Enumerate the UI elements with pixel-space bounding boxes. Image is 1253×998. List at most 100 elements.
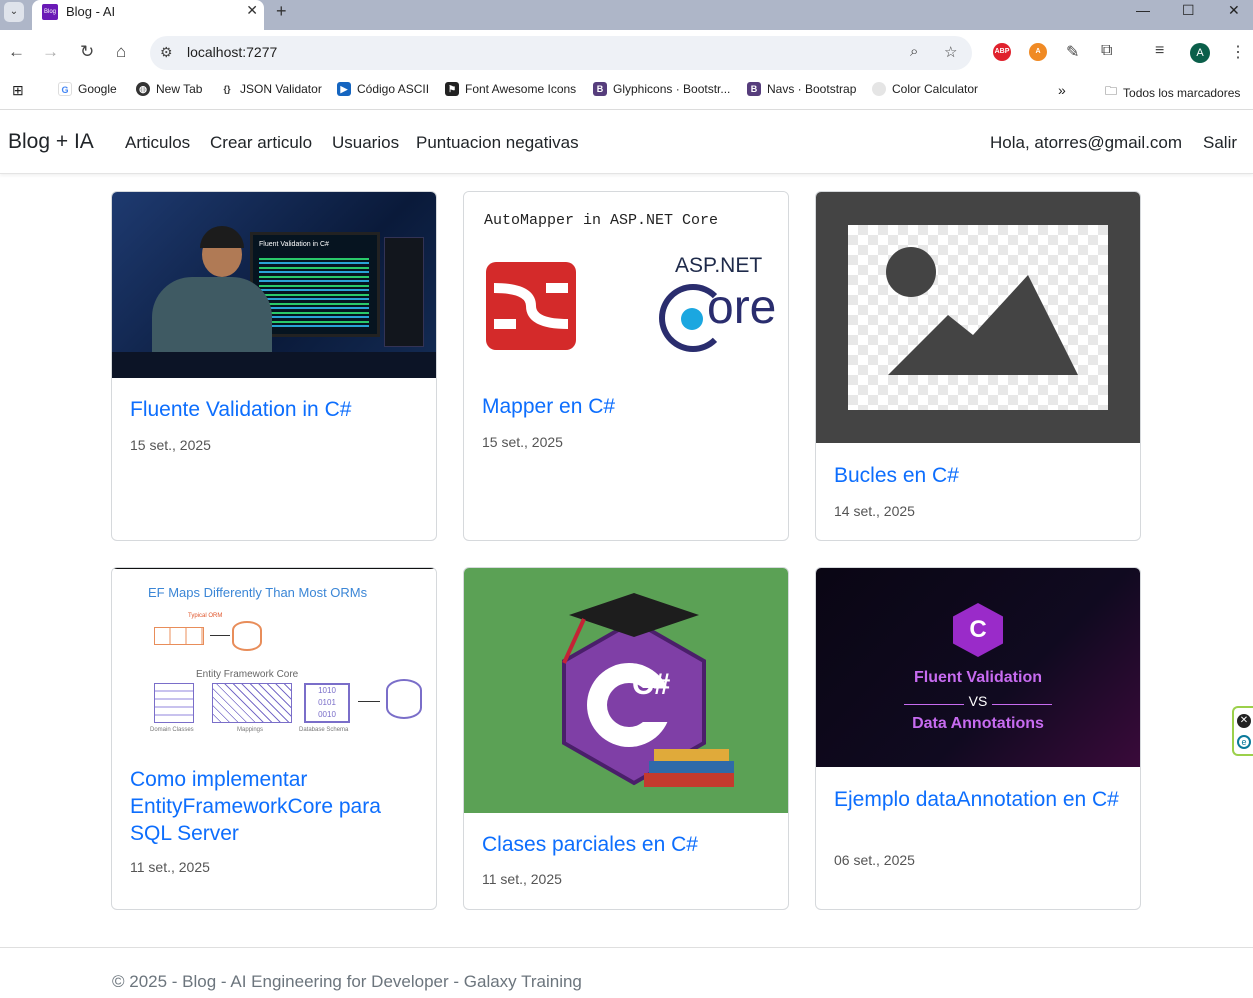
bookmark-color[interactable]: Color Calculator [872,82,978,96]
pen-icon[interactable]: ✎ [1066,42,1079,62]
article-card[interactable]: Fluent Validation in C# Fluente Validati… [111,191,437,541]
bookmark-google[interactable]: G Google [58,82,117,96]
extensions-icon[interactable]: ⧉ [1101,42,1112,60]
globe-icon: ◍ [136,82,150,96]
footer-text: © 2025 - Blog - AI Engineering for Devel… [112,972,582,991]
new-tab-button[interactable]: + [276,1,287,22]
url-text[interactable]: localhost:7277 [187,44,277,60]
card-title[interactable]: Clases parciales en C# [482,831,772,858]
bookmark-label: Color Calculator [892,82,979,96]
bookmark-label: Código ASCII [357,82,430,96]
media-icon[interactable]: ≡ [1155,42,1164,60]
diagram-label: Database Schema [299,727,349,733]
adblock-icon[interactable]: ABP [993,43,1011,61]
side-extension-widget[interactable]: ✕ e [1232,706,1253,756]
article-card[interactable]: EF Maps Differently Than Most ORMs Typic… [111,567,437,910]
browser-tab[interactable]: Blog Blog - AI ✕ [32,0,264,30]
fluent-vs-annotations-image: C Fluent Validation VS Data Annotations [816,568,1140,767]
bootstrap-icon: B [593,82,607,96]
maximize-icon[interactable]: ☐ [1182,2,1195,19]
aspnet-text: ASP.NET [675,254,763,277]
card-title[interactable]: Como implementar EntityFrameworkCore par… [130,766,420,847]
card-date: 06 set., 2025 [834,852,915,868]
bookmark-json[interactable]: {} JSON Validator [220,82,322,96]
bookmark-star-icon[interactable]: ☆ [944,43,957,61]
article-card[interactable]: C Fluent Validation VS Data Annotations … [815,567,1141,910]
browser-toolbar: ← → ↻ ⌂ ⚙ localhost:7277 ⌕ ☆ ABP A ✎ ⧉ ≡… [0,30,1253,76]
tab-title: Blog - AI [66,4,116,19]
card-title[interactable]: Bucles en C# [834,462,1124,489]
bookmark-label: JSON Validator [240,82,322,96]
card-title[interactable]: Ejemplo dataAnnotation en C# [834,786,1124,813]
back-icon[interactable]: ← [8,42,25,62]
card-date: 15 set., 2025 [482,434,563,450]
bookmark-navs[interactable]: B Navs · Bootstrap [747,82,856,96]
bookmark-label: Navs · Bootstrap [767,82,857,96]
nav-link-usuarios[interactable]: Usuarios [332,133,399,153]
menu-icon[interactable]: ⋮ [1230,42,1246,62]
home-icon[interactable]: ⌂ [116,42,126,62]
google-icon: G [58,82,72,96]
bookmark-label: Google [78,82,117,96]
card-date: 11 set., 2025 [130,859,210,875]
all-bookmarks[interactable]: 🗀 Todos los marcadores [1105,82,1240,103]
vs-text: VS [968,693,988,709]
nav-link-articulos[interactable]: Articulos [125,133,190,153]
bookmarks-bar: ⊞ G Google ◍ New Tab {} JSON Validator ▶ Cód… [0,76,1253,110]
user-greeting[interactable]: Hola, atorres@gmail.com [990,133,1182,153]
tab-search-button[interactable]: ⌄ [4,2,24,22]
diagram-ef-core: Entity Framework Core [196,669,299,680]
close-tab-icon[interactable]: ✕ [246,2,258,19]
nav-link-crear-articulo[interactable]: Crear articulo [210,133,312,153]
bookmark-label: New Tab [156,82,203,96]
article-card[interactable]: Bucles en C# 14 set., 2025 [815,191,1141,541]
site-info-icon[interactable]: ⚙ [160,44,173,61]
all-bookmarks-label: Todos los marcadores [1123,85,1241,100]
card-date: 15 set., 2025 [130,437,211,453]
play-icon: ▶ [337,82,351,96]
forward-icon[interactable]: → [42,42,59,62]
article-card[interactable]: C# Clases parciales en C# 11 set., 2025 [463,567,789,910]
zoom-icon[interactable]: ⌕ [910,43,918,60]
minimize-icon[interactable]: — [1136,2,1150,18]
brand[interactable]: Blog + IA [8,130,94,154]
article-image: Fluent Validation in C# [112,192,436,378]
article-image: AutoMapper in ASP.NET Core ASP.NET ore [464,192,788,376]
diagram-label: Mappings [237,727,264,733]
bookmark-newtab[interactable]: ◍ New Tab [136,82,202,96]
csharp-image: C# [464,568,788,813]
apps-icon[interactable]: ⊞ [12,82,24,99]
fluent-text: Fluent Validation [913,669,1042,686]
screen-title: Fluent Validation in C# [259,241,329,248]
extension-a-icon[interactable]: A [1029,43,1047,61]
profile-avatar[interactable]: A [1190,43,1210,63]
close-icon[interactable]: ✕ [1237,714,1251,728]
site-navbar: Blog + IA Articulos Crear articulo Usuar… [0,111,1253,174]
automapper-logo [486,262,576,350]
bookmark-ascii[interactable]: ▶ Código ASCII [337,82,429,96]
card-date: 11 set., 2025 [482,871,562,887]
logout-link[interactable]: Salir [1203,133,1237,153]
site-footer: © 2025 - Blog - AI Engineering for Devel… [0,947,1253,998]
bookmark-label: Font Awesome Icons [465,82,577,96]
card-title[interactable]: Mapper en C# [482,393,772,420]
diagram-typical-orm: Typical ORM [188,613,223,619]
nav-link-puntuacion[interactable]: Puntuacion negativas [416,133,579,153]
address-bar[interactable]: ⚙ localhost:7277 ⌕ ☆ [150,36,972,70]
extension-e-icon[interactable]: e [1237,735,1251,749]
flag-icon: ⚑ [445,82,459,96]
bookmark-label: Glyphicons · Bootstr... [613,82,731,96]
bookmark-glyphicons[interactable]: B Glyphicons · Bootstr... [593,82,730,96]
window-close-icon[interactable]: ✕ [1228,2,1240,19]
diagram-title: EF Maps Differently Than Most ORMs [148,585,368,600]
article-card[interactable]: AutoMapper in ASP.NET Core ASP.NET ore M… [463,191,789,541]
reload-icon[interactable]: ↻ [80,42,94,62]
core-text: ore [707,281,777,334]
more-bookmarks-icon[interactable]: » [1058,82,1066,98]
card-title[interactable]: Fluente Validation in C# [130,396,420,423]
folder-icon: 🗀 [1105,84,1118,98]
tab-favicon: Blog [42,4,58,20]
image-caption: AutoMapper in ASP.NET Core [484,212,719,229]
csharp-hex-icon: C [953,603,1003,657]
bookmark-fontawesome[interactable]: ⚑ Font Awesome Icons [445,82,576,96]
